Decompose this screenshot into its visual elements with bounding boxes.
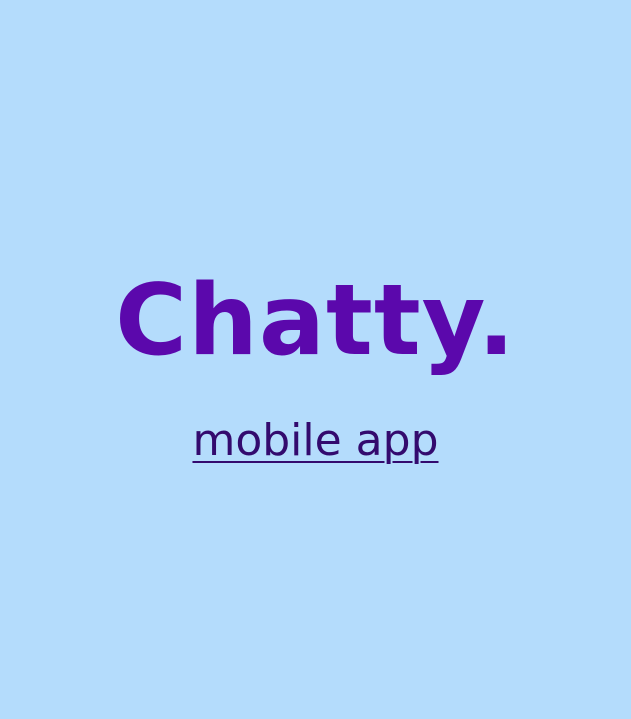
mobile-app-link[interactable]: mobile app	[192, 415, 438, 466]
subtitle-container: mobile app	[0, 412, 631, 470]
app-logo-text: Chatty.	[115, 264, 516, 378]
splash-screen: Chatty. mobile app	[0, 0, 631, 719]
